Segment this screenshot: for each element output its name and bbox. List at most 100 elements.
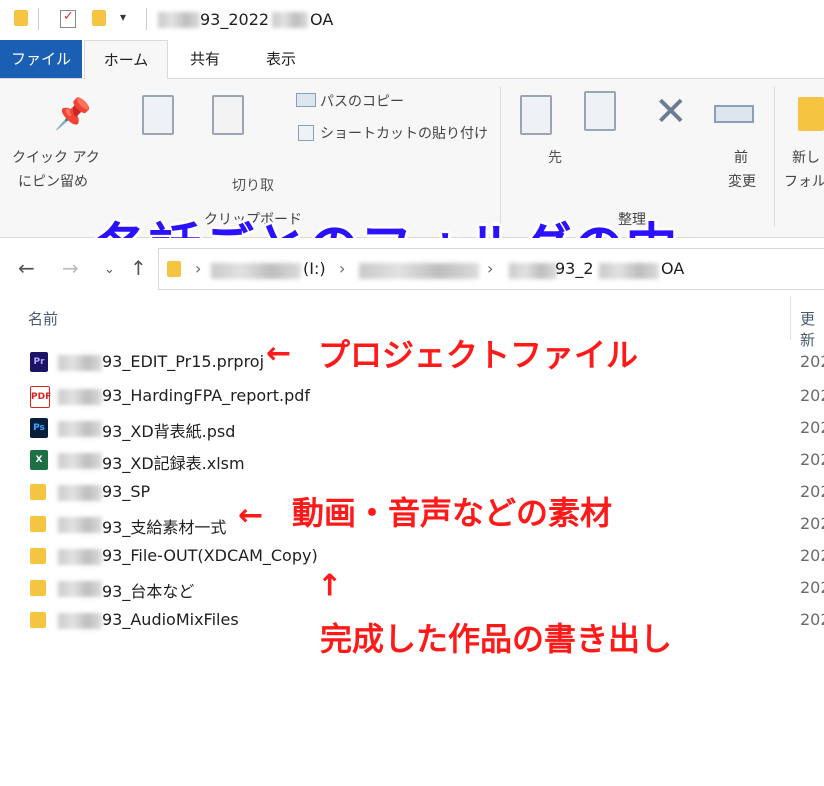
properties-icon[interactable]: ✓ — [60, 9, 76, 28]
annotation-materials: 動画・音声などの素材 — [292, 494, 613, 532]
delete-icon[interactable]: ✕ — [654, 89, 688, 135]
breadcrumb-drive[interactable]: (I:) — [303, 259, 326, 278]
window-title-suffix: OA — [310, 10, 334, 29]
new-label-1[interactable]: 新し — [792, 147, 820, 167]
title-bar: ✓ ▾ 93_2022 OA ⬉ — [0, 0, 824, 64]
chevron-right-icon[interactable]: › — [339, 259, 345, 278]
redacted-text — [58, 549, 102, 565]
folder-icon — [30, 516, 46, 532]
folder-icon — [167, 261, 181, 277]
new-folder-icon[interactable] — [92, 10, 106, 26]
new-label-2[interactable]: フォル — [784, 171, 824, 191]
address-bar[interactable]: › (I:) › › 93_2 OA — [158, 248, 824, 290]
paste-icon[interactable] — [212, 95, 244, 135]
pin-icon: 📌 — [54, 97, 92, 132]
redacted-text — [359, 263, 479, 279]
redacted-text — [599, 263, 659, 279]
shortcut-icon — [298, 125, 314, 141]
redacted-text — [58, 355, 102, 371]
paste-shortcut-button[interactable]: ショートカットの貼り付け — [320, 123, 488, 143]
file-date: 202 — [800, 578, 824, 597]
folder-icon — [30, 548, 46, 564]
folder-icon — [30, 612, 46, 628]
group-separator — [774, 87, 775, 227]
breadcrumb-folder-suffix[interactable]: OA — [661, 259, 684, 278]
redacted-text — [211, 263, 301, 279]
file-date: 202 — [800, 546, 824, 565]
redacted-text — [272, 12, 308, 28]
redacted-text — [58, 389, 102, 405]
file-date: 202 — [800, 610, 824, 629]
annotation-output: 完成した作品の書き出し — [320, 620, 673, 658]
file-date: 202 — [800, 418, 824, 437]
file-date: 202 — [800, 352, 824, 371]
new-folder-large-icon[interactable] — [798, 97, 824, 131]
copy-icon[interactable] — [142, 95, 174, 135]
redacted-text — [58, 421, 102, 437]
forward-arrow-icon[interactable]: → — [62, 256, 79, 280]
ribbon-tabs: ファイル ホーム 共有 表示 — [0, 40, 824, 80]
list-item[interactable]: 93_File-OUT(XDCAM_Copy) 202 — [0, 540, 824, 572]
file-name: 93_XD背表紙.psd — [102, 422, 236, 441]
copy-to-icon[interactable] — [584, 91, 616, 131]
navigation-bar: ← → ⌄ ↑ › (I:) › › 93_2 OA — [0, 238, 824, 296]
pin-label-1[interactable]: クイック アク — [12, 147, 100, 167]
divider — [146, 8, 147, 30]
file-name: 93_AudioMixFiles — [102, 610, 239, 629]
rename-label-1[interactable]: 前 — [734, 147, 748, 167]
ribbon: 📌 クイック アク にピン留め 切り取 パスのコピー ショートカットの貼り付け … — [0, 79, 824, 279]
paste-label-fragment: 切り取 — [232, 178, 274, 194]
tab-view[interactable]: 表示 — [246, 40, 316, 78]
file-name: 93_支給素材一式 — [102, 518, 227, 537]
move-to-icon[interactable] — [520, 95, 552, 135]
rename-icon[interactable] — [714, 105, 754, 123]
excel-icon: X — [30, 450, 48, 470]
file-date: 202 — [800, 482, 824, 501]
redacted-text — [58, 581, 102, 597]
copy-path-button[interactable]: パスのコピー — [320, 91, 404, 111]
file-name: 93_EDIT_Pr15.prproj — [102, 352, 265, 371]
file-date: 202 — [800, 514, 824, 533]
breadcrumb-folder[interactable]: 93_2 — [555, 259, 594, 278]
chevron-right-icon[interactable]: › — [195, 259, 201, 278]
tab-home[interactable]: ホーム — [84, 40, 168, 80]
list-item[interactable]: Ps 93_XD背表紙.psd 202 — [0, 412, 824, 444]
window-title: 93_2022 — [200, 10, 270, 29]
file-name: 93_HardingFPA_report.pdf — [102, 386, 311, 405]
column-divider[interactable] — [790, 296, 791, 340]
up-arrow-icon[interactable]: ↑ — [130, 256, 147, 280]
arrow-left-icon: ← — [266, 336, 292, 371]
redacted-text — [158, 12, 200, 28]
list-item[interactable]: PDF 93_HardingFPA_report.pdf 202 — [0, 380, 824, 412]
list-item[interactable]: X 93_XD記録表.xlsm 202 — [0, 444, 824, 476]
file-name: 93_SP — [102, 482, 151, 501]
pin-label-2[interactable]: にピン留め — [18, 171, 88, 191]
recent-chevron-icon[interactable]: ⌄ — [104, 262, 115, 277]
redacted-text — [58, 485, 102, 501]
file-name: 93_File-OUT(XDCAM_Copy) — [102, 546, 318, 565]
column-name[interactable]: 名前 — [28, 308, 58, 329]
chevron-right-icon[interactable]: › — [487, 259, 493, 278]
redacted-text — [58, 517, 102, 533]
file-name: 93_台本など — [102, 582, 195, 601]
back-arrow-icon[interactable]: ← — [18, 256, 35, 280]
folder-icon — [14, 10, 28, 26]
list-item[interactable]: 93_台本など 202 — [0, 572, 824, 604]
file-name: 93_XD記録表.xlsm — [102, 454, 245, 473]
redacted-text — [58, 453, 102, 469]
file-date: 202 — [800, 386, 824, 405]
annotation-project-file: プロジェクトファイル — [318, 336, 639, 374]
tab-share[interactable]: 共有 — [170, 40, 240, 78]
rename-label-2[interactable]: 変更 — [728, 171, 756, 191]
column-modified[interactable]: 更新 — [800, 308, 824, 350]
pdf-icon: PDF — [30, 386, 51, 408]
folder-icon — [30, 580, 46, 596]
tab-file[interactable]: ファイル — [0, 40, 82, 78]
move-label-fragment: 先 — [548, 150, 562, 166]
photoshop-icon: Ps — [30, 418, 48, 438]
file-date: 202 — [800, 450, 824, 469]
folder-icon — [30, 484, 46, 500]
copy-path-icon — [296, 93, 316, 107]
redacted-text — [509, 263, 557, 279]
chevron-down-icon[interactable]: ▾ — [120, 10, 126, 24]
